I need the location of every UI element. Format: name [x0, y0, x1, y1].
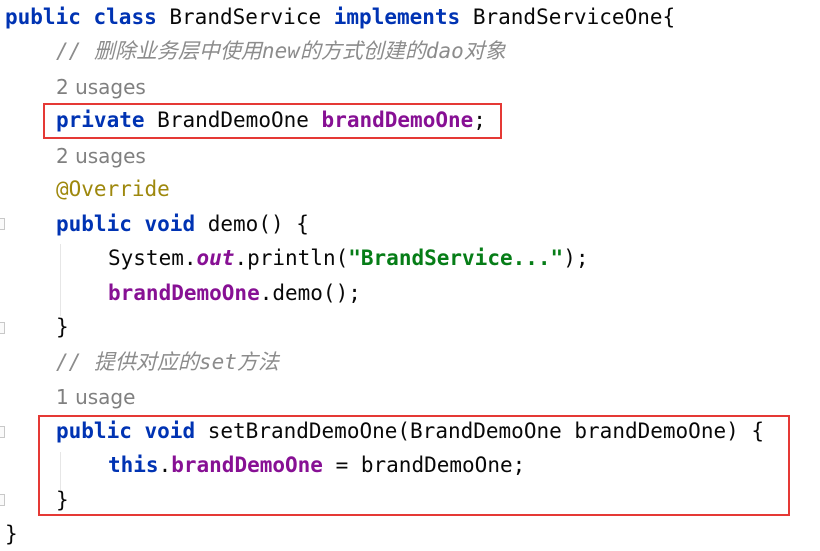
usages-hint-text: 2 usages — [56, 75, 146, 99]
fold-marker-icon[interactable] — [0, 426, 5, 438]
code-line-method-declaration[interactable]: public void demo() { — [56, 207, 309, 241]
usages-hint[interactable]: 2 usages — [56, 139, 146, 173]
keyword-void: void — [144, 212, 196, 236]
closing-brace: } — [56, 315, 69, 339]
static-field-out: out — [196, 246, 235, 270]
call-close: ); — [563, 246, 589, 270]
code-line-annotation[interactable]: @Override — [56, 172, 170, 206]
keyword-implements: implements — [333, 5, 461, 29]
code-comment: // 删除业务层中使用new的方式创建的dao对象 — [56, 39, 506, 63]
annotation-override: @Override — [56, 177, 170, 201]
code-comment: // 提供对应的set方法 — [56, 350, 279, 374]
string-literal: "BrandService..." — [348, 246, 564, 270]
keyword-public: public — [56, 212, 132, 236]
usages-hint-text: 1 usage — [56, 385, 136, 409]
fold-marker-icon[interactable] — [0, 218, 5, 230]
code-line-class-close-brace[interactable]: } — [5, 517, 18, 551]
highlight-box-field-declaration — [43, 103, 502, 139]
code-line-comment[interactable]: // 删除业务层中使用new的方式创建的dao对象 — [56, 34, 506, 68]
indent-guide — [60, 244, 61, 316]
closing-brace: } — [5, 522, 18, 546]
fold-marker-icon[interactable] — [0, 494, 5, 506]
keyword-public: public — [5, 5, 81, 29]
interface-name: BrandServiceOne{ — [472, 5, 676, 29]
code-line-close-brace[interactable]: } — [56, 310, 69, 344]
code-line-class-declaration[interactable]: public class BrandService implements Bra… — [5, 0, 675, 34]
code-line-println[interactable]: System.out.println("BrandService..."); — [108, 241, 588, 275]
println-call: .println( — [234, 246, 349, 270]
code-line-comment[interactable]: // 提供对应的set方法 — [56, 345, 279, 379]
fold-marker-icon[interactable] — [0, 322, 5, 334]
keyword-class: class — [93, 5, 157, 29]
demo-call: .demo(); — [259, 281, 361, 305]
usages-hint[interactable]: 2 usages — [56, 70, 146, 104]
system-class: System. — [108, 246, 197, 270]
class-name: BrandService — [169, 5, 322, 29]
usages-hint[interactable]: 1 usage — [56, 380, 135, 414]
method-signature: demo() { — [207, 212, 309, 236]
code-line-demo-call[interactable]: brandDemoOne.demo(); — [108, 276, 361, 310]
field-name: brandDemoOne — [108, 281, 260, 305]
usages-hint-text: 2 usages — [56, 144, 146, 168]
highlight-box-setter-method — [38, 415, 790, 516]
